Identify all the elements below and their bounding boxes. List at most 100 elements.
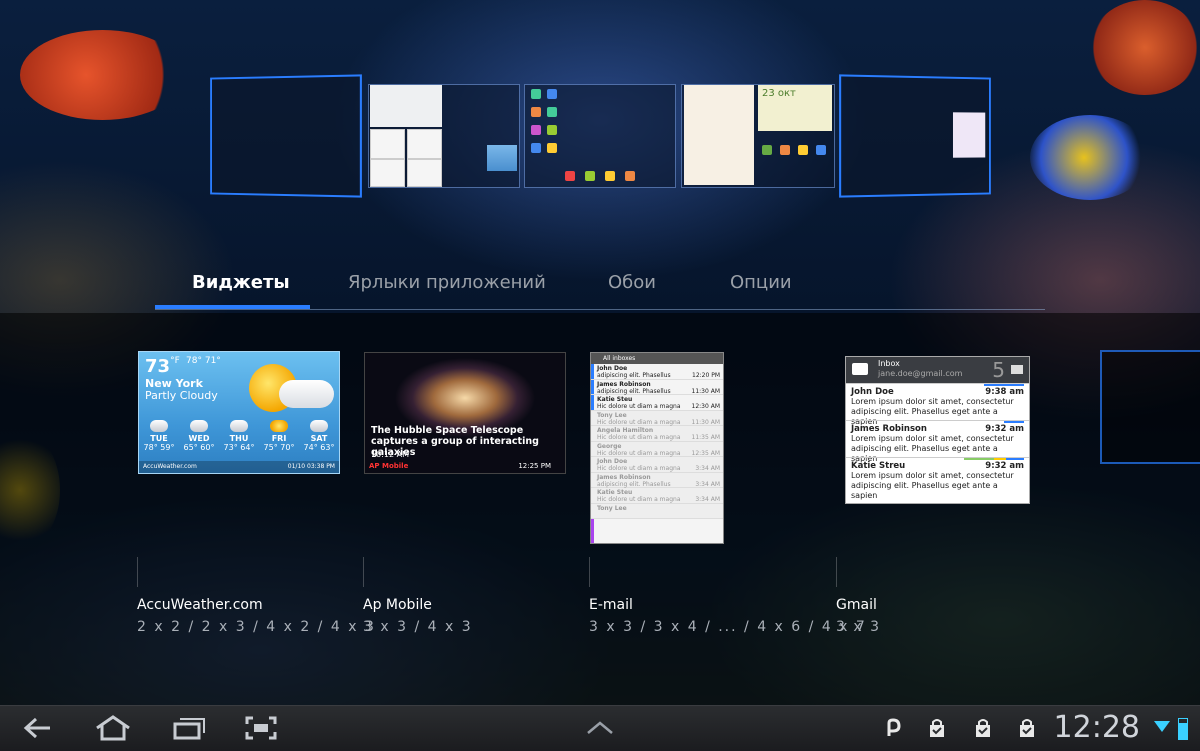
weather-updated: 01/10 03:38 PM — [287, 463, 335, 470]
app-icon — [762, 145, 772, 155]
widget-name: AccuWeather.com — [137, 597, 263, 613]
app-icon — [798, 145, 808, 155]
email-row: James Robinson adipiscing elit. Phasellus… — [591, 472, 723, 488]
home-screen-preview-1[interactable] — [210, 74, 362, 198]
widget-sizes: 3 x 3 / 3 x 4 / ... / 4 x 6 / 4 x 7 — [589, 619, 867, 635]
email-time: 11:30 AM — [691, 418, 720, 426]
widget-name: E-mail — [589, 597, 633, 613]
widget-partial-preview[interactable] — [1100, 350, 1200, 464]
email-row: Tony Lee — [591, 503, 723, 519]
email-row: John Doe adipiscing elit. Phasellus 12:20 … — [591, 364, 723, 380]
divider — [836, 557, 837, 587]
tab-widgets[interactable]: Виджеты — [192, 272, 290, 293]
email-header: All inboxes — [591, 353, 723, 364]
app-icon — [547, 89, 557, 99]
divider — [137, 557, 138, 587]
market-bag-icon[interactable] — [974, 718, 992, 738]
home-screen-preview-2[interactable] — [368, 84, 520, 188]
cloud-icon — [310, 420, 328, 432]
email-row: George Hic dolore ut diam a magna 12:35 AM — [591, 441, 723, 457]
email-snippet: Hic dolore ut diam a magna — [597, 449, 681, 457]
app-icon — [547, 143, 557, 153]
status-clock[interactable]: 12:28 — [1054, 710, 1140, 745]
picker-tabs: Виджеты Ярлыки приложений Обои Опции — [155, 258, 1045, 314]
app-icon — [585, 171, 595, 181]
battery-icon — [1178, 718, 1188, 740]
email-sender: John Doe — [597, 365, 628, 372]
home-screen-preview-4[interactable] — [681, 84, 835, 188]
mini-tile — [407, 129, 442, 159]
weather-condition: Partly Cloudy — [145, 389, 218, 402]
forecast-day: FRI 75° 70° — [259, 420, 299, 452]
email-sender: James Robinson — [597, 380, 651, 388]
app-icon — [531, 125, 541, 135]
app-icon — [625, 171, 635, 181]
home-screen-preview-3[interactable] — [524, 84, 676, 188]
cloud-icon — [230, 420, 248, 432]
email-sender: Tony Lee — [597, 504, 627, 512]
email-row: Katie Steu Hic dolore ut diam a magna 12:3… — [591, 395, 723, 411]
gmail-row: James Robinson 9:32 am Lorem ipsum dolor … — [846, 420, 1029, 463]
widget-email-preview[interactable]: All inboxes John Doe adipiscing elit. Pha… — [590, 352, 724, 544]
email-time: 11:35 AM — [691, 434, 720, 441]
gmail-account: jane.doe@gmail.com — [878, 369, 963, 378]
email-sender: John Doe — [597, 458, 628, 465]
recent-apps-icon[interactable] — [172, 715, 206, 741]
email-sender: Katie Steu — [597, 396, 633, 403]
label-bar — [964, 458, 1024, 460]
back-icon[interactable] — [22, 715, 54, 741]
email-row: Tony Lee Hic dolore ut diam a magna 11:30 … — [591, 410, 723, 426]
preview-date-label: 23 окт — [762, 88, 796, 99]
app-icon — [531, 143, 541, 153]
email-snippet: adipiscing elit. Phasellus — [597, 372, 671, 379]
email-snippet: adipiscing elit. Phasellus — [597, 480, 671, 488]
email-sender: George — [597, 442, 622, 450]
mini-weather-widget — [487, 145, 517, 171]
widget-gmail-preview[interactable]: Inbox jane.doe@gmail.com 5 John Doe 9:38 … — [845, 356, 1030, 504]
cloud-icon — [150, 420, 168, 432]
widget-sizes: 3 x 3 / 4 x 3 — [363, 619, 473, 635]
app-icon — [547, 107, 557, 117]
market-bag-icon[interactable] — [1018, 718, 1036, 738]
mini-tile — [370, 129, 405, 159]
mini-mail-widget — [684, 85, 754, 185]
email-time: 3:34 AM — [695, 465, 720, 472]
notification-p-icon[interactable] — [885, 718, 903, 738]
email-snippet: Hic dolore ut diam a magna — [597, 434, 681, 441]
wifi-icon — [1154, 721, 1170, 732]
email-row: Katie Steu Hic dolore ut diam a magna 3:34… — [591, 488, 723, 504]
label-bar — [984, 384, 1024, 386]
email-time: 3:34 AM — [695, 496, 720, 503]
tabs-divider — [155, 309, 1045, 310]
mini-tile — [370, 159, 405, 187]
email-row: John Doe Hic dolore ut diam a magna 3:34 A… — [591, 457, 723, 473]
home-icon[interactable] — [94, 715, 132, 741]
home-screen-preview-5[interactable] — [839, 74, 991, 198]
gmail-inbox-label: Inbox — [878, 359, 900, 368]
email-snippet: Hic dolore ut diam a magna — [597, 418, 681, 426]
system-bar: 12:28 — [0, 705, 1200, 751]
email-time: 11:30 AM — [691, 387, 720, 395]
email-time: 12:35 AM — [691, 449, 720, 457]
gmail-row: John Doe 9:38 am Lorem ipsum dolor sit am… — [846, 383, 1029, 426]
app-icon — [816, 145, 826, 155]
email-snippet: Hic dolore ut diam a magna — [597, 496, 681, 503]
widget-accuweather-preview[interactable]: 73°F 78° 71° New York Partly Cloudy TUE 7… — [138, 351, 340, 474]
mini-news-widget — [370, 85, 442, 127]
market-bag-icon[interactable] — [928, 718, 946, 738]
email-row: Angela Hamilton Hic dolore ut diam a magn… — [591, 426, 723, 442]
app-icon — [531, 89, 541, 99]
email-sender: James Robinson — [597, 473, 651, 481]
cloud-icon — [279, 380, 334, 408]
mini-finance-widget — [952, 112, 986, 158]
email-sender: Tony Lee — [597, 411, 627, 419]
widget-sizes: 2 x 2 / 2 x 3 / 4 x 2 / 4 x 3 — [137, 619, 376, 635]
chevron-up-icon[interactable] — [585, 720, 615, 736]
tab-options[interactable]: Опции — [730, 272, 792, 293]
email-time: 12:30 AM — [691, 403, 720, 410]
tab-wallpapers[interactable]: Обои — [608, 272, 656, 293]
tab-app-shortcuts[interactable]: Ярлыки приложений — [348, 272, 546, 293]
app-icon — [531, 107, 541, 117]
widget-apmobile-preview[interactable]: The Hubble Space Telescope captures a gr… — [364, 352, 566, 474]
screenshot-icon[interactable] — [244, 715, 278, 741]
